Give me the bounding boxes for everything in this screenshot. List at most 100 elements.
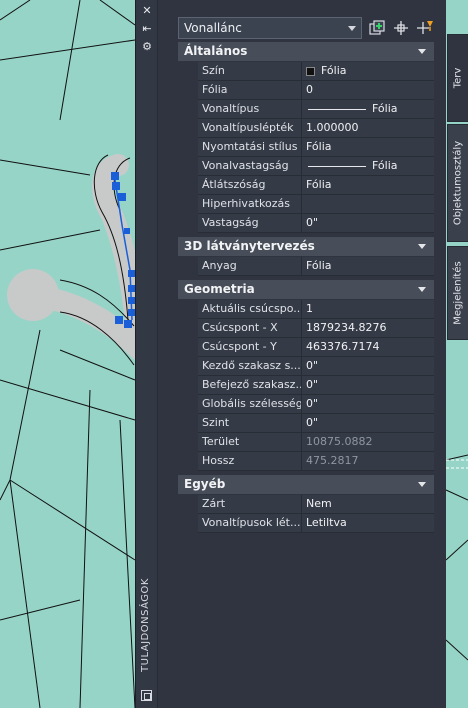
section-title: Egyéb (184, 477, 226, 491)
property-value-text: 1879234.8276 (306, 321, 387, 334)
property-row[interactable]: Kezdő szakasz s... 0" (198, 357, 434, 376)
property-value[interactable]: 1879234.8276 (302, 319, 434, 337)
property-label: Szín (198, 62, 302, 80)
property-row[interactable]: Nyomtatási stílus Fólia (198, 138, 434, 157)
property-value[interactable]: 0" (302, 414, 434, 432)
property-value-text: 0" (306, 378, 319, 391)
property-value: 475.2817 (302, 452, 434, 470)
property-value-text: 0" (306, 216, 319, 229)
property-row[interactable]: Globális szélesség 0" (198, 395, 434, 414)
property-label: Zárt (198, 495, 302, 513)
property-value-text: 0" (306, 416, 319, 429)
property-value[interactable]: 463376.7174 (302, 338, 434, 356)
property-label: Átlátszóság (198, 176, 302, 194)
collapse-icon[interactable] (418, 482, 426, 487)
palette-title: TULAJDONSÁGOK (140, 578, 151, 672)
property-value[interactable]: Fólia (302, 157, 434, 175)
property-value-text: 1 (306, 302, 313, 315)
property-row[interactable]: Szín Fólia (198, 62, 434, 81)
collapse-icon[interactable] (418, 287, 426, 292)
property-row[interactable]: Zárt Nem (198, 495, 434, 514)
property-row[interactable]: Vonaltípusok lét... Letiltva (198, 514, 434, 533)
section-header[interactable]: Geometria (178, 280, 434, 299)
property-label: Kezdő szakasz s... (198, 357, 302, 375)
property-row[interactable]: Fólia 0 (198, 81, 434, 100)
property-value-text: Fólia (372, 159, 398, 172)
autohide-icon[interactable]: ⇤ (140, 22, 154, 36)
property-value[interactable] (302, 195, 434, 213)
collapse-icon[interactable] (418, 49, 426, 54)
property-row[interactable]: Aktuális csúcspo... 1 (198, 300, 434, 319)
palette-menu-icon[interactable] (141, 690, 152, 701)
tab-display[interactable]: Megjelenítés (447, 246, 468, 340)
property-value-text: 10875.0882 (306, 435, 373, 448)
section-header[interactable]: Egyéb (178, 475, 434, 494)
property-row[interactable]: Vastagság 0" (198, 214, 434, 233)
property-label: Hossz (198, 452, 302, 470)
object-type-select[interactable]: Vonallánc (178, 17, 362, 39)
property-row[interactable]: Terület 10875.0882 (198, 433, 434, 452)
property-value[interactable]: 1.000000 (302, 119, 434, 137)
properties-palette: ✕ ⇤ ⚙ TULAJDONSÁGOK Vonallánc Általános S… (135, 0, 468, 708)
property-label: Hiperhivatkozás (198, 195, 302, 213)
tab-object-class[interactable]: Objektumosztály (447, 124, 468, 242)
section-header[interactable]: 3D látványtervezés (178, 237, 434, 256)
property-row[interactable]: Vonaltípus Fólia (198, 100, 434, 119)
property-label: Anyag (198, 257, 302, 275)
property-value[interactable]: Fólia (302, 257, 434, 275)
quick-select-icon[interactable] (368, 19, 386, 37)
linetype-sample (308, 108, 366, 110)
close-icon[interactable]: ✕ (140, 4, 154, 18)
property-row[interactable]: Átlátszóság Fólia (198, 176, 434, 195)
toggle-pickadd-icon[interactable] (416, 19, 434, 37)
property-row[interactable]: Szint 0" (198, 414, 434, 433)
collapse-icon[interactable] (418, 244, 426, 249)
property-value-text: Fólia (306, 140, 332, 153)
property-value[interactable]: 0 (302, 81, 434, 99)
property-label: Vonaltípus (198, 100, 302, 118)
select-objects-icon[interactable] (392, 19, 410, 37)
tab-label: Objektumosztály (452, 140, 464, 226)
property-row[interactable]: Csúcspont - Y 463376.7174 (198, 338, 434, 357)
property-label: Vonalvastagság (198, 157, 302, 175)
object-type-value: Vonallánc (184, 21, 242, 35)
property-row[interactable]: Vonalvastagság Fólia (198, 157, 434, 176)
settings-icon[interactable]: ⚙ (140, 40, 154, 54)
property-value[interactable]: 0" (302, 376, 434, 394)
section-title: Általános (184, 44, 248, 58)
property-value-text: Fólia (321, 64, 347, 77)
property-value-text: Fólia (306, 178, 332, 191)
property-value-text: Letiltva (306, 516, 347, 529)
property-grid: Általános Szín Fólia Fólia 0 Vonaltípus Fólia V… (178, 42, 434, 537)
property-label: Aktuális csúcspo... (198, 300, 302, 318)
property-label: Terület (198, 433, 302, 451)
property-value[interactable]: Fólia (302, 176, 434, 194)
tab-label: Terv (452, 67, 464, 89)
property-row[interactable]: Vonaltípuslépték 1.000000 (198, 119, 434, 138)
tab-label: Megjelenítés (452, 261, 464, 325)
property-row[interactable]: Hiperhivatkozás (198, 195, 434, 214)
property-value[interactable]: Fólia (302, 100, 434, 118)
property-value[interactable]: 0" (302, 357, 434, 375)
property-value[interactable]: Nem (302, 495, 434, 513)
palette-title-bar[interactable]: ✕ ⇤ ⚙ TULAJDONSÁGOK (136, 0, 158, 708)
section-header[interactable]: Általános (178, 42, 434, 61)
property-value[interactable]: Fólia (302, 62, 434, 80)
property-value-text: 1.000000 (306, 121, 359, 134)
property-value-text: Fólia (372, 102, 398, 115)
property-value[interactable]: Letiltva (302, 514, 434, 532)
tab-design[interactable]: Terv (447, 34, 468, 122)
property-value-text: 0" (306, 397, 319, 410)
property-row[interactable]: Hossz 475.2817 (198, 452, 434, 471)
property-value-text: 0 (306, 83, 313, 96)
property-value[interactable]: 0" (302, 214, 434, 232)
property-row[interactable]: Anyag Fólia (198, 257, 434, 276)
property-row[interactable]: Csúcspont - X 1879234.8276 (198, 319, 434, 338)
property-row[interactable]: Befejező szakasz... 0" (198, 376, 434, 395)
property-label: Vonaltípusok lét... (198, 514, 302, 532)
property-label: Fólia (198, 81, 302, 99)
property-value[interactable]: 0" (302, 395, 434, 413)
property-value[interactable]: 1 (302, 300, 434, 318)
property-value[interactable]: Fólia (302, 138, 434, 156)
color-swatch (306, 66, 315, 76)
